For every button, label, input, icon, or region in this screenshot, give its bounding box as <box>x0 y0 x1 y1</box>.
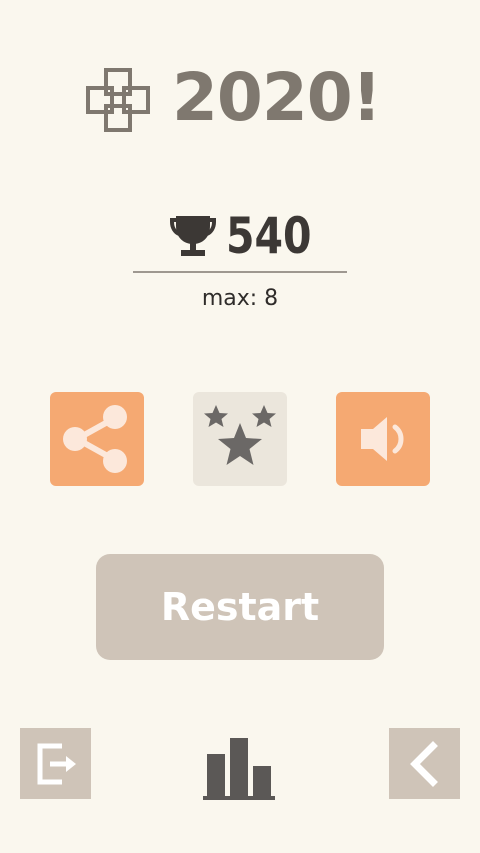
logo-icon <box>84 66 152 134</box>
back-button[interactable] <box>389 728 460 799</box>
share-icon <box>63 405 127 473</box>
score-value: 540 <box>226 207 312 265</box>
stats-button[interactable] <box>196 728 282 802</box>
stars-icon <box>204 405 276 465</box>
sound-button[interactable] <box>336 392 430 486</box>
speaker-icon <box>361 417 404 461</box>
max-tile-text: max: 8 <box>201 286 279 311</box>
exit-button[interactable] <box>20 728 91 799</box>
share-button[interactable] <box>50 392 144 486</box>
rate-button[interactable] <box>193 392 287 486</box>
exit-icon <box>37 743 76 784</box>
bar-chart-icon <box>203 738 275 800</box>
game-title: 2020! <box>172 59 382 136</box>
restart-button[interactable]: Restart <box>96 554 384 660</box>
chevron-left-icon <box>409 740 438 787</box>
trophy-icon <box>168 214 218 258</box>
score-divider <box>133 271 347 273</box>
